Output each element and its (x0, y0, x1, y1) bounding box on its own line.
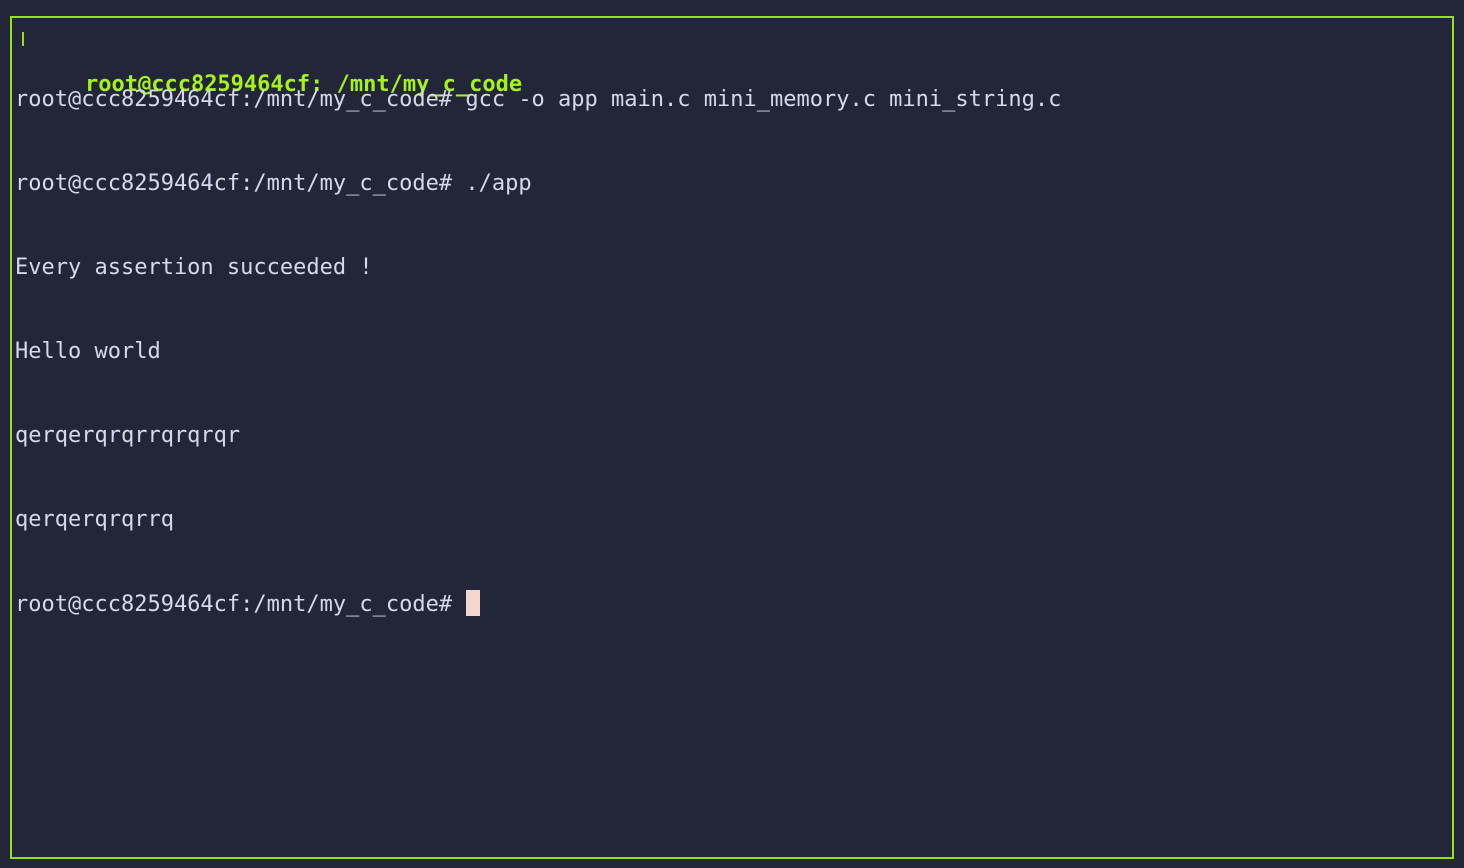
terminal-line: Every assertion succeeded ! (15, 255, 373, 280)
terminal-line: qerqerqrqrrqrqrqr (15, 423, 241, 448)
terminal-line: qerqerqrqrrq (15, 507, 174, 532)
terminal-line: root@ccc8259464cf:/mnt/my_c_code# ./app (15, 171, 532, 196)
text-cursor (466, 590, 481, 616)
terminal-line: root@ccc8259464cf:/mnt/my_c_code# gcc -o… (15, 87, 1062, 112)
terminal-line: Hello world (15, 339, 161, 364)
prompt-line[interactable]: root@ccc8259464cf:/mnt/my_c_code# (15, 590, 1445, 618)
terminal-output[interactable]: root@ccc8259464cf:/mnt/my_c_code# gcc -o… (15, 30, 1445, 646)
prompt-text: root@ccc8259464cf:/mnt/my_c_code# (15, 592, 466, 617)
